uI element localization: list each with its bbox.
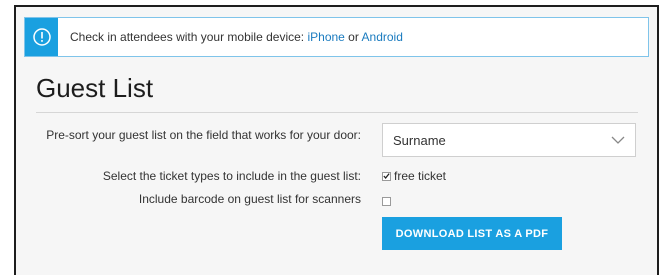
notice-icon-box [25, 18, 58, 56]
guest-list-panel: Check in attendees with your mobile devi… [14, 5, 659, 275]
chevron-down-icon [611, 136, 625, 144]
barcode-option[interactable] [382, 195, 394, 207]
iphone-link[interactable]: iPhone [307, 30, 344, 44]
checkmark-icon [383, 173, 390, 180]
presort-select[interactable]: Surname [382, 123, 636, 157]
ticket-types-label: Select the ticket types to include in th… [102, 169, 361, 183]
free-ticket-label: free ticket [394, 169, 447, 183]
download-pdf-button[interactable]: DOWNLOAD LIST AS A PDF [382, 217, 562, 250]
mobile-checkin-notice: Check in attendees with your mobile devi… [24, 17, 649, 57]
notice-text-prefix: Check in attendees with your mobile devi… [70, 30, 308, 44]
info-icon [32, 28, 51, 46]
page-title: Guest List [36, 73, 154, 103]
ticket-option-free[interactable]: free ticket [382, 168, 446, 184]
presort-select-value: Surname [393, 132, 446, 148]
barcode-checkbox[interactable] [382, 196, 391, 206]
notice-separator: or [344, 30, 362, 44]
presort-label: Pre-sort your guest list on the field th… [46, 128, 361, 142]
title-divider [36, 112, 638, 113]
android-link[interactable]: Android [362, 30, 403, 44]
free-ticket-checkbox[interactable] [382, 171, 391, 181]
notice-text: Check in attendees with your mobile devi… [70, 30, 403, 44]
barcode-label: Include barcode on guest list for scanne… [138, 192, 361, 206]
